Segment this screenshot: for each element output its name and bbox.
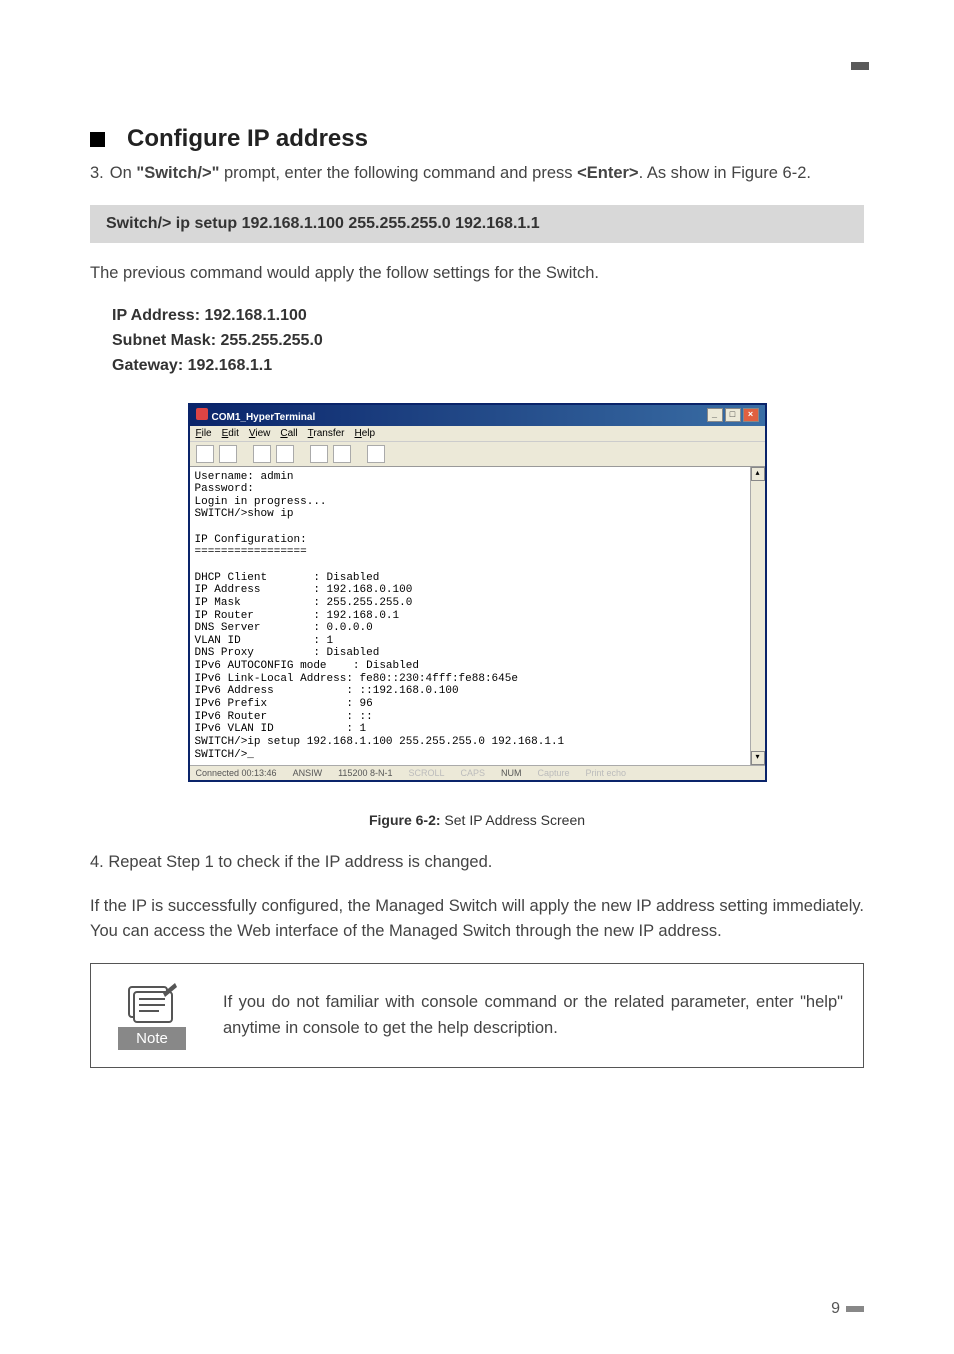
hyperterminal-window: COM1_HyperTerminal _ □ × File Edit View … [188, 403, 767, 783]
heading-bullet-icon [90, 132, 105, 147]
menu-help[interactable]: Help [355, 428, 376, 439]
status-capture: Capture [538, 768, 570, 778]
toolbar-connect-icon[interactable] [253, 445, 271, 463]
scrollbar[interactable]: ▴ ▾ [750, 467, 765, 766]
toolbar-new-icon[interactable] [196, 445, 214, 463]
command-example: Switch/> ip setup 192.168.1.100 255.255.… [90, 205, 864, 243]
step3-mid: prompt, enter the following command and … [219, 164, 577, 182]
success-paragraph: If the IP is successfully configured, th… [90, 894, 864, 945]
figure-caption-rest: Set IP Address Screen [441, 812, 586, 828]
status-echo: Print echo [586, 768, 627, 778]
figure-caption: Figure 6-2: Set IP Address Screen [90, 812, 864, 828]
window-title: COM1_HyperTerminal [212, 412, 316, 423]
menu-transfer[interactable]: Transfer [308, 428, 345, 439]
step3-key: <Enter> [577, 164, 638, 182]
setting-mask: Subnet Mask: 255.255.255.0 [112, 329, 864, 354]
status-num: NUM [501, 768, 522, 778]
note-icon [125, 981, 179, 1023]
heading-text: Configure IP address [127, 125, 368, 153]
header-crop-mark [829, 62, 869, 70]
status-detect: ANSIW [293, 768, 323, 778]
scroll-up-icon[interactable]: ▴ [751, 467, 765, 481]
toolbar-properties-icon[interactable] [367, 445, 385, 463]
close-button[interactable]: × [743, 408, 759, 422]
scroll-down-icon[interactable]: ▾ [751, 751, 765, 765]
status-scroll: SCROLL [408, 768, 444, 778]
status-baud: 115200 8-N-1 [338, 768, 392, 778]
applied-settings: IP Address: 192.168.1.100 Subnet Mask: 2… [112, 304, 864, 378]
app-icon [196, 408, 208, 420]
menu-view[interactable]: View [249, 428, 271, 439]
maximize-button[interactable]: □ [725, 408, 741, 422]
status-connected: Connected 00:13:46 [196, 768, 277, 778]
toolbar-send-icon[interactable] [310, 445, 328, 463]
toolbar-disconnect-icon[interactable] [276, 445, 294, 463]
step-number: 3. [90, 161, 104, 187]
menu-edit[interactable]: Edit [222, 428, 239, 439]
step3-post: . As show in Figure 6-2. [639, 164, 811, 182]
window-titlebar: COM1_HyperTerminal _ □ × [190, 405, 765, 426]
step-4: 4. Repeat Step 1 to check if the IP addr… [90, 850, 864, 876]
status-caps: CAPS [460, 768, 485, 778]
note-label: Note [118, 1027, 186, 1050]
note-text: If you do not familiar with console comm… [213, 964, 863, 1067]
step-3: 3. On "Switch/>" prompt, enter the follo… [90, 161, 864, 187]
setting-gw: Gateway: 192.168.1.1 [112, 354, 864, 379]
minimize-button[interactable]: _ [707, 408, 723, 422]
step3-prompt: "Switch/>" [136, 164, 219, 182]
menu-bar: File Edit View Call Transfer Help [190, 426, 765, 442]
terminal-output[interactable]: Username: admin Password: Login in progr… [190, 467, 750, 766]
page-number: 9 [831, 1300, 864, 1318]
section-heading: Configure IP address [90, 125, 864, 153]
status-bar: Connected 00:13:46 ANSIW 115200 8-N-1 SC… [190, 765, 765, 780]
figure-caption-bold: Figure 6-2: [369, 812, 441, 828]
note-box: Note If you do not familiar with console… [90, 963, 864, 1068]
menu-file[interactable]: File [196, 428, 212, 439]
toolbar-receive-icon[interactable] [333, 445, 351, 463]
menu-call[interactable]: Call [280, 428, 297, 439]
previous-command-text: The previous command would apply the fol… [90, 261, 864, 287]
toolbar [190, 442, 765, 467]
toolbar-open-icon[interactable] [219, 445, 237, 463]
step3-pre: On [110, 164, 137, 182]
setting-ip: IP Address: 192.168.1.100 [112, 304, 864, 329]
